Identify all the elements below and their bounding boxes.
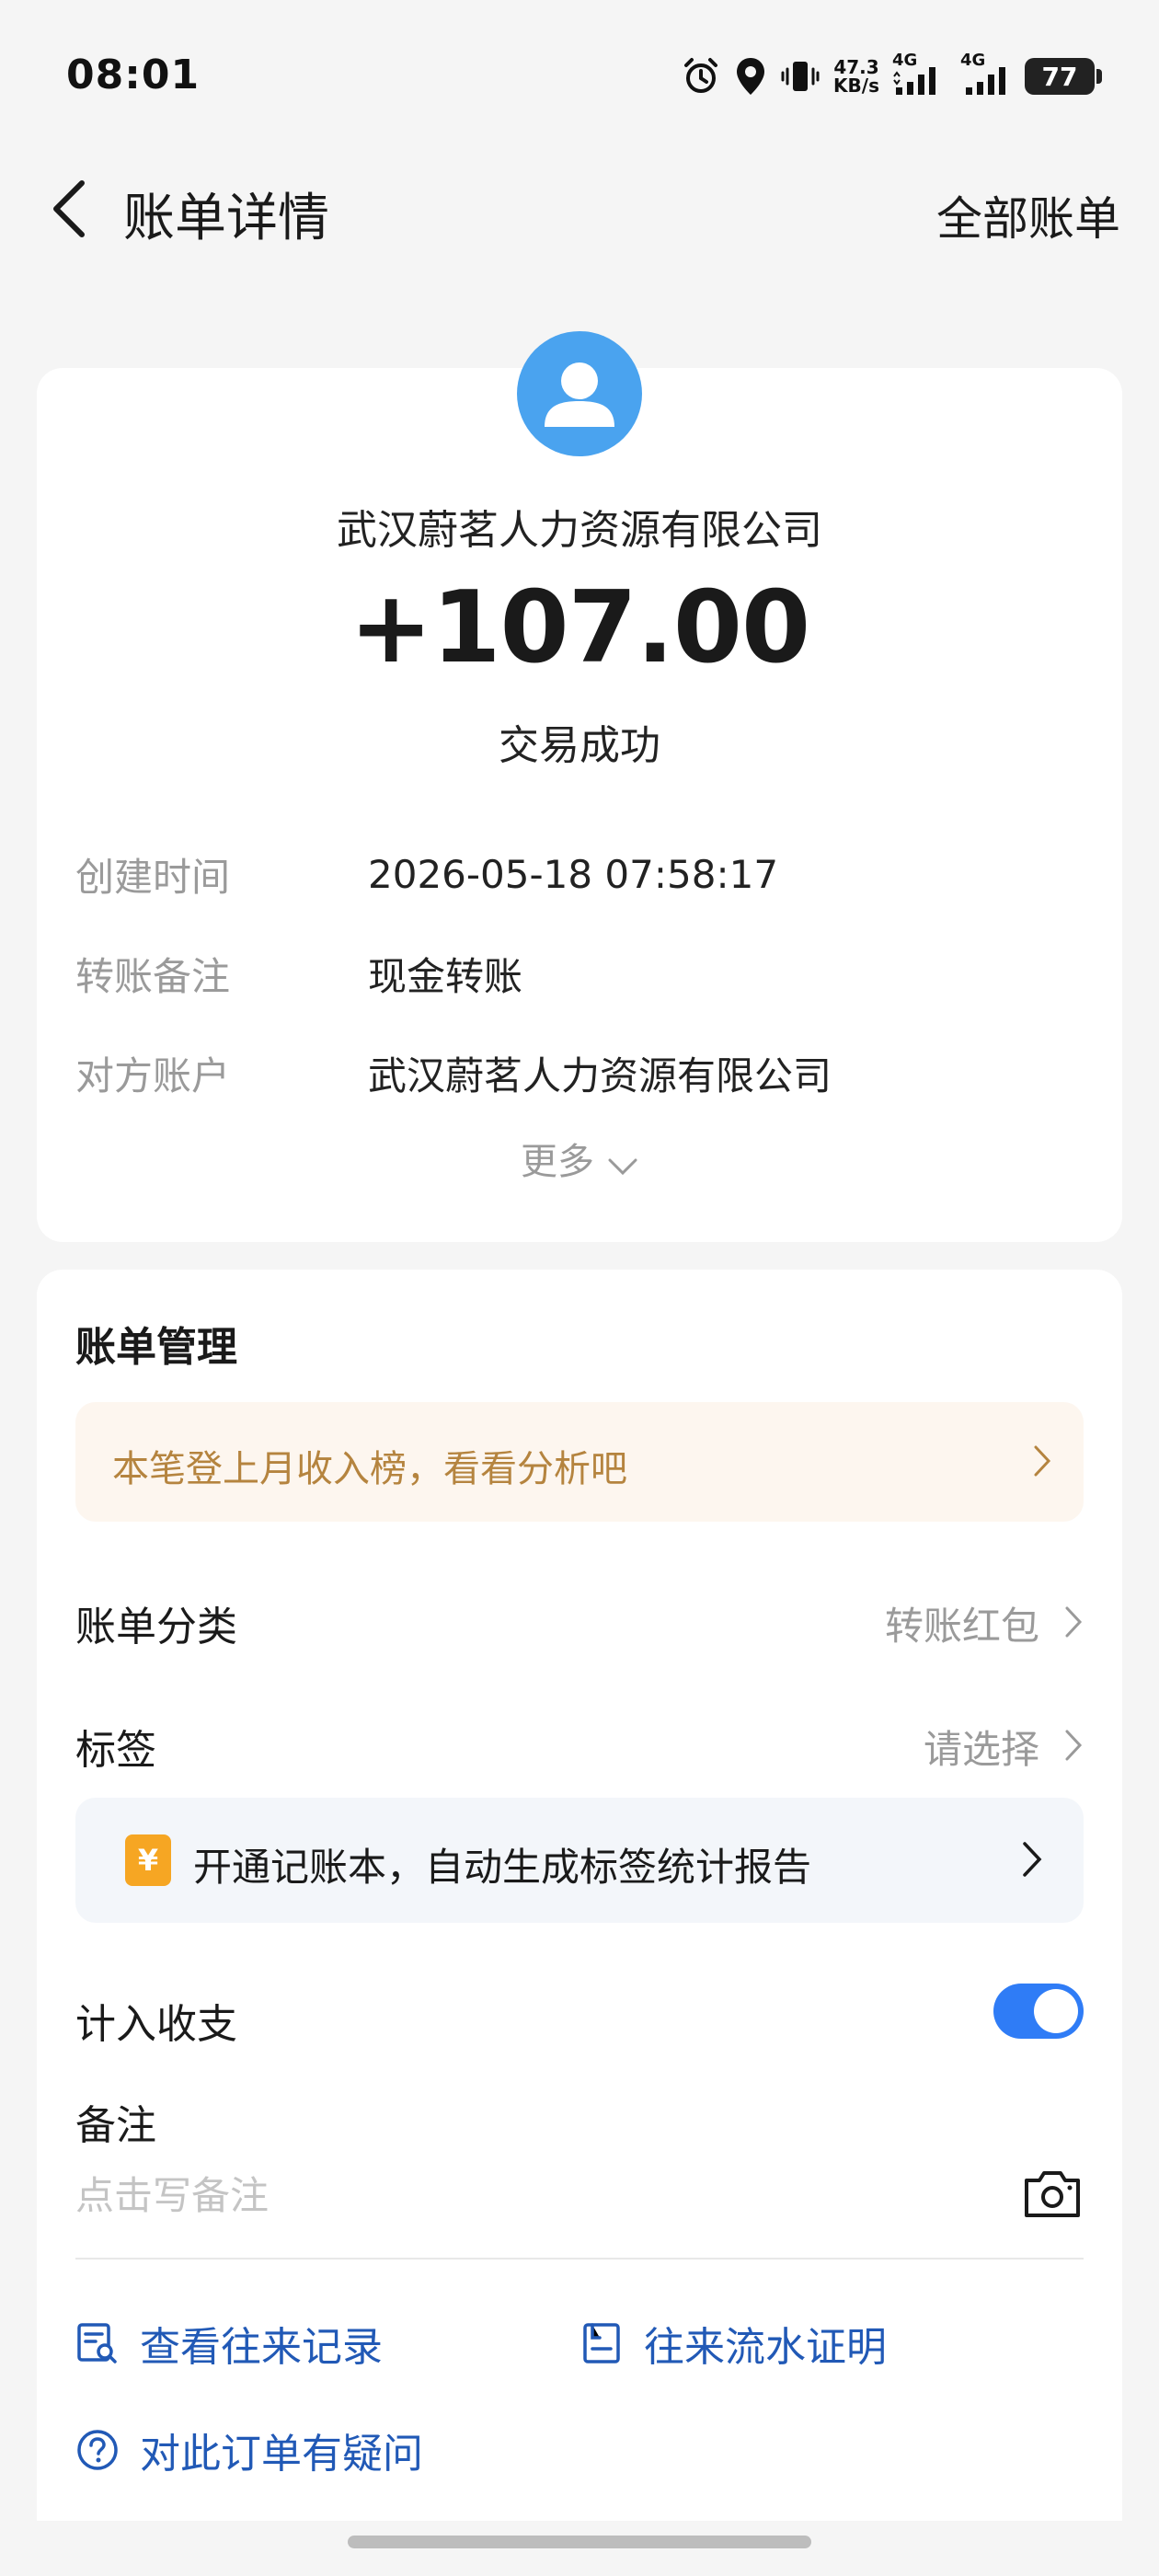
detail-row-counterparty: 对方账户 武汉蔚茗人力资源有限公司 — [75, 1045, 1087, 1100]
view-records-label: 查看往来记录 — [140, 2324, 383, 2371]
order-question-link[interactable]: 对此订单有疑问 — [75, 2418, 423, 2482]
detail-value: 武汉蔚茗人力资源有限公司 — [368, 1052, 832, 1098]
note-input[interactable] — [75, 2158, 977, 2232]
network-speed-value: 47.3 — [833, 56, 879, 78]
transaction-card: 武汉蔚茗人力资源有限公司 +107.00 交易成功 创建时间 2026-05-1… — [37, 331, 1122, 1242]
chevron-left-icon — [53, 180, 85, 237]
detail-row-created-time: 创建时间 2026-05-18 07:58:17 — [75, 846, 1087, 902]
home-indicator[interactable] — [348, 2536, 811, 2548]
alarm-icon — [681, 56, 721, 97]
transaction-proof-label: 往来流水证明 — [644, 2324, 887, 2371]
chevron-right-icon — [1032, 1443, 1052, 1482]
help-circle-icon — [77, 2430, 118, 2470]
detail-value: 现金转账 — [368, 953, 523, 999]
network-speed-unit: KB/s — [833, 75, 879, 97]
more-label: 更多 — [521, 1141, 594, 1183]
note-label: 备注 — [75, 2102, 156, 2149]
detail-label: 对方账户 — [75, 1052, 231, 1098]
location-icon — [734, 56, 767, 97]
page-title: 账单详情 — [123, 189, 329, 248]
status-time: 08:01 — [66, 52, 201, 98]
bill-category-row[interactable]: 账单分类 转账红包 — [75, 1582, 1084, 1656]
chevron-down-icon — [607, 1143, 638, 1185]
amount: +107.00 — [349, 570, 810, 685]
tag-label: 标签 — [75, 1727, 156, 1774]
include-in-stats-row: 计入收支 — [75, 1978, 1084, 2052]
all-bills-button[interactable]: 全部账单 — [936, 182, 1120, 248]
bill-management-card: 账单管理 本笔登上月收入榜，看看分析吧 账单分类 转账红包 标签 请选择 ¥ 开… — [37, 1270, 1122, 2521]
nav-bar: 账单详情 全部账单 — [0, 156, 1159, 267]
status-bar: 08:01 47.3 KB/s 4G 4G 77 — [0, 0, 1159, 156]
signal-4g-1: 4G — [892, 51, 947, 97]
include-in-stats-label: 计入收支 — [75, 2001, 237, 2048]
ledger-icon: ¥ — [125, 1834, 171, 1886]
user-icon — [545, 362, 614, 427]
divider — [75, 2258, 1084, 2260]
detail-label: 转账备注 — [75, 953, 231, 999]
network-type-label: 4G — [960, 51, 986, 70]
open-bookkeeping-banner[interactable]: ¥ 开通记账本，自动生成标签统计报告 — [75, 1798, 1084, 1923]
include-in-stats-toggle[interactable] — [993, 1984, 1084, 2039]
income-ranking-banner[interactable]: 本笔登上月收入榜，看看分析吧 — [75, 1402, 1084, 1522]
section-title: 账单管理 — [75, 1324, 237, 1371]
chevron-right-icon — [1063, 1728, 1084, 1766]
bookkeeping-text: 开通记账本，自动生成标签统计报告 — [193, 1845, 812, 1890]
more-button[interactable]: 更多 — [37, 1132, 1122, 1185]
bill-category-label: 账单分类 — [75, 1604, 237, 1650]
document-icon — [583, 2323, 620, 2363]
view-records-link[interactable]: 查看往来记录 — [75, 2311, 383, 2375]
payee-name: 武汉蔚茗人力资源有限公司 — [337, 507, 822, 554]
toggle-knob — [1034, 1989, 1078, 2033]
avatar — [517, 331, 642, 456]
signal-4g-2: 4G — [960, 51, 1012, 97]
vibrate-icon — [780, 56, 820, 97]
status-icons: 47.3 KB/s 4G 4G 77 — [681, 51, 1102, 99]
tag-row[interactable]: 标签 请选择 — [75, 1706, 1084, 1779]
promo-text: 本笔登上月收入榜，看看分析吧 — [112, 1448, 627, 1490]
chevron-right-icon — [1021, 1840, 1043, 1882]
bill-category-value: 转账红包 — [884, 1604, 1039, 1649]
chevron-right-icon — [1063, 1604, 1084, 1643]
back-button[interactable] — [37, 177, 101, 241]
record-search-icon — [77, 2323, 117, 2363]
network-speed: 47.3 KB/s — [833, 58, 879, 95]
transaction-proof-link[interactable]: 往来流水证明 — [580, 2311, 887, 2375]
network-type-label: 4G — [892, 51, 918, 70]
detail-label: 创建时间 — [75, 854, 231, 900]
battery-icon: 77 — [1025, 58, 1102, 95]
tag-value: 请选择 — [923, 1727, 1039, 1772]
transaction-status: 交易成功 — [499, 722, 660, 769]
detail-value: 2026-05-18 07:58:17 — [368, 851, 779, 897]
order-question-label: 对此订单有疑问 — [140, 2431, 423, 2478]
camera-icon[interactable] — [1019, 2160, 1085, 2226]
detail-row-remark: 转账备注 现金转账 — [75, 946, 1087, 1001]
